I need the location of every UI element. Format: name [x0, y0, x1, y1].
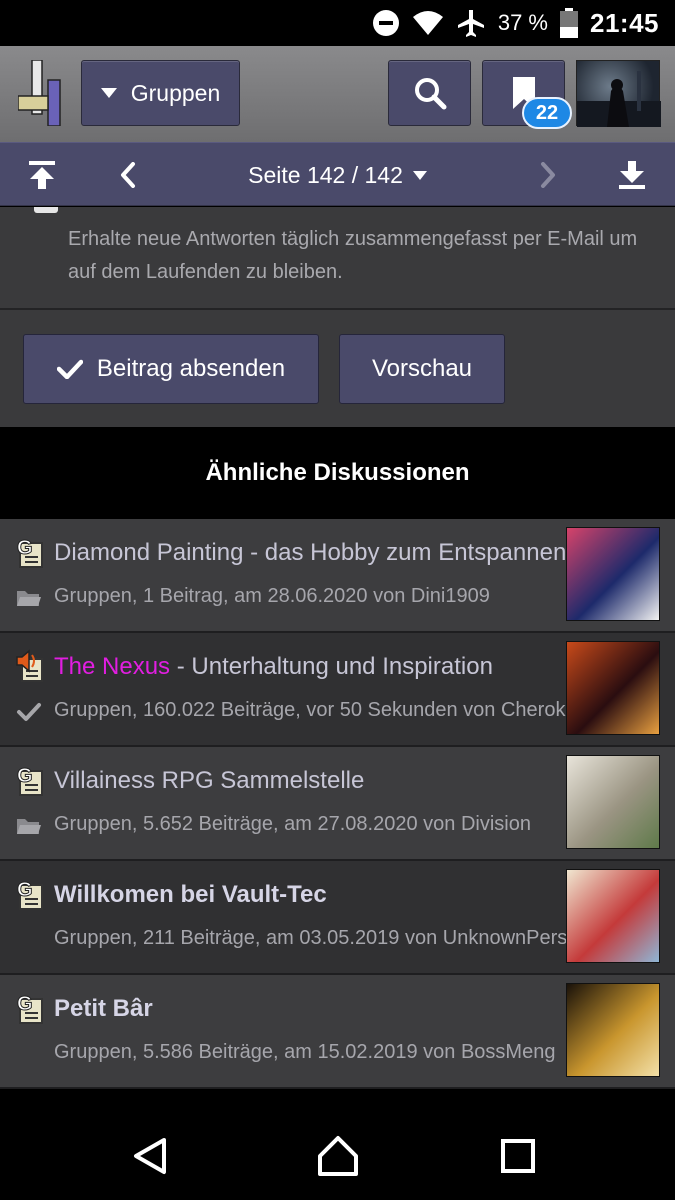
check-icon — [56, 359, 83, 379]
group-icon: G — [16, 535, 44, 569]
discussion-title-text: Willkomen bei Vault-Tec — [54, 881, 327, 908]
preview-label: Vorschau — [371, 355, 473, 382]
announcement-icon — [16, 649, 44, 683]
caret-down-icon — [100, 88, 117, 98]
discussion-title-text: Villainess RPG Sammelstelle — [54, 767, 365, 794]
search-button[interactable] — [388, 60, 471, 126]
email-digest-description: Erhalte neue Antworten täglich zusammeng… — [68, 228, 638, 283]
discussion-row[interactable]: G Diamond Painting - das Hobby zum Entspa… — [0, 519, 675, 633]
back-nav-icon[interactable] — [128, 1134, 172, 1178]
groups-menu-label: Gruppen — [130, 79, 221, 106]
discussion-meta: Gruppen, 1 Beitrag, am 28.06.2020 von Di… — [54, 585, 490, 607]
avatar[interactable] — [576, 60, 661, 127]
submit-post-button[interactable]: Beitrag absenden — [23, 334, 319, 404]
preview-button[interactable]: Vorschau — [339, 334, 505, 404]
system-nav-bar — [0, 1112, 675, 1200]
discussion-thumbnail[interactable] — [566, 755, 660, 849]
reply-form: Erhalte neue Antworten täglich zusammeng… — [0, 207, 675, 427]
wifi-icon — [412, 11, 443, 35]
discussion-title[interactable]: Diamond Painting - das Hobby zum Entspan… — [54, 539, 566, 567]
jump-bottom-icon — [619, 161, 645, 189]
avatar-image — [577, 71, 661, 127]
groups-menu-button[interactable]: Gruppen — [81, 60, 240, 126]
group-icon: G — [16, 763, 44, 797]
pagination-bar: Seite 142 / 142 — [0, 142, 675, 206]
bookmark-count-badge: 22 — [522, 97, 572, 129]
discussion-meta: Gruppen, 160.022 Beiträge, vor 50 Sekund… — [54, 699, 597, 721]
page-indicator: Seite 142 / 142 — [248, 161, 403, 188]
discussion-title-text: Diamond Painting - das Hobby zum Entspan… — [54, 539, 567, 566]
caret-down-icon — [412, 170, 427, 180]
jump-top-icon — [29, 161, 55, 189]
discussion-meta: Gruppen, 5.652 Beiträge, am 27.08.2020 v… — [54, 813, 531, 835]
discussion-thumbnail[interactable] — [566, 983, 660, 1077]
folder-icon — [16, 587, 42, 609]
discussion-title-highlight: The Nexus — [54, 653, 171, 680]
email-digest-checkbox[interactable] — [34, 207, 58, 213]
discussion-meta: Gruppen, 5.586 Beiträge, am 15.02.2019 v… — [54, 1041, 556, 1063]
similar-discussions-title: Ähnliche Diskussionen — [205, 459, 470, 486]
battery-percent: 37 % — [497, 10, 548, 35]
discussion-title[interactable]: Petit Bâr — [54, 995, 153, 1023]
discussion-title[interactable]: Willkomen bei Vault-Tec — [54, 881, 327, 909]
next-page-icon — [541, 162, 555, 188]
battery-icon — [560, 8, 578, 38]
divider — [0, 308, 675, 310]
submit-post-label: Beitrag absenden — [96, 355, 286, 382]
discussion-thumbnail[interactable] — [566, 641, 660, 735]
do-not-disturb-icon — [372, 10, 399, 36]
svg-text:G: G — [17, 537, 33, 559]
discussion-row[interactable]: G Willkomen bei Vault-Tec Gruppen, 211 Bei… — [0, 861, 675, 975]
discussion-row[interactable]: G Villainess RPG Sammelstelle Gruppen, 5.6… — [0, 747, 675, 861]
status-bar: 37 % 21:45 — [0, 0, 675, 46]
discussion-title[interactable]: The Nexus - Unterhaltung und Inspiration — [54, 653, 493, 681]
check-icon — [16, 701, 42, 723]
next-page-button[interactable] — [516, 143, 580, 207]
clock: 21:45 — [590, 7, 659, 38]
discussion-row[interactable]: G Petit Bâr Gruppen, 5.586 Beiträge, am 15… — [0, 975, 675, 1089]
search-icon — [414, 78, 446, 110]
logo-icon[interactable] — [18, 60, 62, 126]
similar-discussions-list: G Diamond Painting - das Hobby zum Entspa… — [0, 519, 675, 1089]
discussion-thumbnail[interactable] — [566, 527, 660, 621]
home-nav-icon[interactable] — [316, 1134, 360, 1178]
discussion-title-text: Petit Bâr — [54, 995, 153, 1022]
page-selector[interactable]: Seite 142 / 142 — [200, 143, 475, 207]
jump-bottom-button[interactable] — [600, 143, 664, 207]
prev-page-button[interactable] — [96, 143, 160, 207]
discussion-meta: Gruppen, 211 Beiträge, am 03.05.2019 von… — [54, 927, 568, 949]
svg-text:G: G — [17, 993, 33, 1015]
svg-text:G: G — [17, 765, 33, 787]
jump-top-button[interactable] — [10, 143, 74, 207]
group-icon: G — [16, 991, 44, 1025]
recents-nav-icon[interactable] — [496, 1134, 540, 1178]
discussion-title[interactable]: Villainess RPG Sammelstelle — [54, 767, 364, 795]
discussion-title-text: - Unterhaltung und Inspiration — [170, 653, 493, 680]
airplane-icon — [457, 10, 484, 37]
group-icon: G — [16, 877, 44, 911]
prev-page-icon — [121, 162, 135, 188]
discussion-thumbnail[interactable] — [566, 869, 660, 963]
discussion-row[interactable]: The Nexus - Unterhaltung und Inspiration… — [0, 633, 675, 747]
folder-icon — [16, 815, 42, 837]
svg-text:G: G — [17, 879, 33, 901]
app-header: Gruppen 22 — [0, 46, 675, 142]
